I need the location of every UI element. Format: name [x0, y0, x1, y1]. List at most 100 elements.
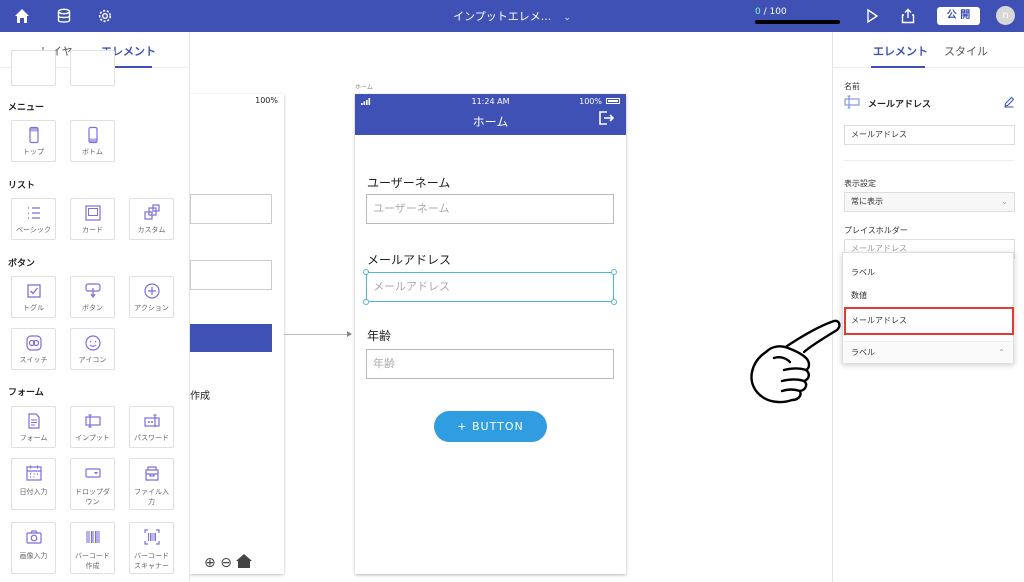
home-screen[interactable]: 11:24 AM 100% ホーム ユーザーネーム ユーザーネーム メールアドレ…	[355, 94, 626, 574]
database-icon[interactable]	[56, 8, 72, 24]
screen-header[interactable]: 11:24 AM 100% ホーム	[355, 94, 626, 135]
divider	[844, 160, 1015, 161]
home-icon[interactable]	[236, 554, 253, 568]
element-tile-top[interactable]: トップ	[11, 120, 56, 162]
element-tile-partial[interactable]	[11, 50, 56, 86]
zoom-in-icon[interactable]: ⊕	[204, 555, 216, 571]
resize-handle[interactable]	[363, 299, 369, 305]
element-tile-form[interactable]: フォーム	[11, 406, 56, 448]
section-title-menu: メニュー	[8, 103, 45, 113]
avatar[interactable]: n	[996, 6, 1015, 25]
screen-title: ホーム	[472, 115, 509, 129]
display-setting-value: 常に表示	[851, 197, 883, 206]
age-label: 年齢	[367, 329, 392, 343]
element-tile-image[interactable]: 画像入力	[11, 522, 56, 574]
document-title[interactable]: インプットエレメ...	[453, 10, 551, 23]
gear-icon[interactable]	[97, 8, 113, 24]
design-canvas[interactable]: 100% 作成 ⊕ ⊖ ホーム 11:24 AM 100% ホーム ユーザーネー…	[190, 32, 832, 582]
tile-label: カード	[82, 226, 103, 234]
barcode-icon	[86, 531, 100, 543]
username-input[interactable]: ユーザーネーム	[366, 194, 614, 224]
dropdown-option-number[interactable]: 数値	[843, 285, 1013, 307]
element-tile-icon[interactable]: アイコン	[70, 328, 115, 370]
chevron-down-icon[interactable]: ⌄	[563, 13, 571, 23]
dropdown-option-label[interactable]: ラベル	[843, 262, 1013, 284]
element-tile-partial[interactable]	[70, 50, 115, 86]
logout-icon[interactable]	[598, 110, 614, 126]
display-setting-select[interactable]: 常に表示 ⌄	[844, 192, 1015, 212]
tile-label: ベーシック	[16, 226, 51, 234]
switch-icon	[26, 335, 42, 351]
tile-label: カスタム	[137, 226, 166, 234]
edit-pencil-icon[interactable]	[1003, 96, 1015, 108]
resize-handle[interactable]	[611, 299, 617, 305]
element-tile-custom[interactable]: カスタム	[129, 198, 174, 240]
resize-handle[interactable]	[611, 269, 617, 275]
age-input[interactable]: 年齢	[366, 349, 614, 379]
tile-label: フォーム	[19, 434, 48, 442]
input-element-icon	[844, 95, 860, 109]
play-icon[interactable]	[864, 8, 880, 24]
dropdown-current-value[interactable]: ラベル ⌃	[843, 341, 1013, 363]
section-title-form: フォーム	[8, 388, 44, 398]
password-icon	[144, 414, 160, 427]
file-box-icon	[145, 466, 159, 481]
element-tile-input[interactable]: インプット	[70, 406, 115, 448]
checkbox-icon	[27, 284, 41, 298]
zoom-controls: ⊕ ⊖	[204, 554, 253, 571]
screen-name-label: ホーム	[355, 84, 373, 91]
element-name-input[interactable]: メールアドレス	[844, 125, 1015, 145]
tab-underline	[871, 66, 925, 68]
home-icon[interactable]	[14, 8, 30, 24]
element-tile-barcode-scanner[interactable]: バーコード スキャナー	[129, 522, 174, 574]
dropdown-option-email[interactable]: メールアドレス	[844, 307, 1014, 335]
email-label: メールアドレス	[367, 253, 452, 267]
tile-label: ボトム	[82, 148, 103, 156]
share-icon[interactable]	[900, 8, 916, 24]
document-icon	[28, 413, 40, 429]
camera-icon	[26, 530, 42, 544]
tile-label-line: ファイル入	[134, 488, 169, 496]
element-tile-button[interactable]: ボタン	[70, 276, 115, 318]
barcode-scan-icon	[144, 529, 160, 545]
dropdown-current-text: ラベル	[851, 348, 875, 357]
resize-handle[interactable]	[363, 269, 369, 275]
element-tile-password[interactable]: パスワード	[129, 406, 174, 448]
element-tile-dropdown[interactable]: ドロップダ ウン	[70, 458, 115, 510]
placeholder-type-dropdown[interactable]: ラベル 数値 メールアドレス ラベル ⌃	[842, 252, 1014, 363]
tile-label: パスワード	[134, 434, 169, 442]
tile-label: 日付入力	[19, 488, 48, 496]
right-tabs: エレメント スタイル	[833, 32, 1024, 68]
zoom-out-icon[interactable]: ⊖	[220, 555, 232, 571]
element-tile-basic-list[interactable]: ベーシック	[11, 198, 56, 240]
preview-button[interactable]	[190, 324, 272, 352]
tile-label: トグル	[23, 304, 44, 312]
element-tile-barcode-create[interactable]: バーコード 作成	[70, 522, 115, 574]
element-tile-action[interactable]: アクション	[129, 276, 174, 318]
tile-label: ドロップダ ウン	[71, 487, 114, 507]
preview-input[interactable]	[190, 194, 272, 224]
tab-style[interactable]: スタイル	[944, 43, 988, 59]
progress-current: 0	[755, 7, 761, 17]
publish-button[interactable]: 公 開	[937, 7, 980, 25]
name-label: 名前	[844, 82, 860, 91]
tile-label: ボタン	[82, 304, 103, 312]
tile-label-line: ドロップダ	[75, 488, 110, 496]
preview-input[interactable]	[190, 260, 272, 290]
element-tile-toggle[interactable]: トグル	[11, 276, 56, 318]
chevron-down-icon: ⌄	[1001, 197, 1008, 206]
tile-label: ファイル入力	[130, 487, 173, 507]
email-input[interactable]: メールアドレス	[366, 272, 614, 302]
element-tile-card[interactable]: カード	[70, 198, 115, 240]
tile-label-line: ウン	[85, 498, 100, 506]
custom-squares-icon	[144, 204, 160, 220]
previous-screen-preview[interactable]: 100% 作成 ⊕ ⊖	[190, 94, 284, 574]
tile-label-line: スキャナー	[134, 562, 169, 570]
element-tile-date[interactable]: 日付入力	[11, 458, 56, 510]
tile-label: バーコード 作成	[71, 551, 114, 571]
tab-element[interactable]: エレメント	[873, 43, 928, 59]
element-tile-switch[interactable]: スイッチ	[11, 328, 56, 370]
element-tile-file[interactable]: ファイル入力	[129, 458, 174, 510]
element-tile-bottom[interactable]: ボトム	[70, 120, 115, 162]
screen-button[interactable]: + BUTTON	[434, 411, 547, 442]
